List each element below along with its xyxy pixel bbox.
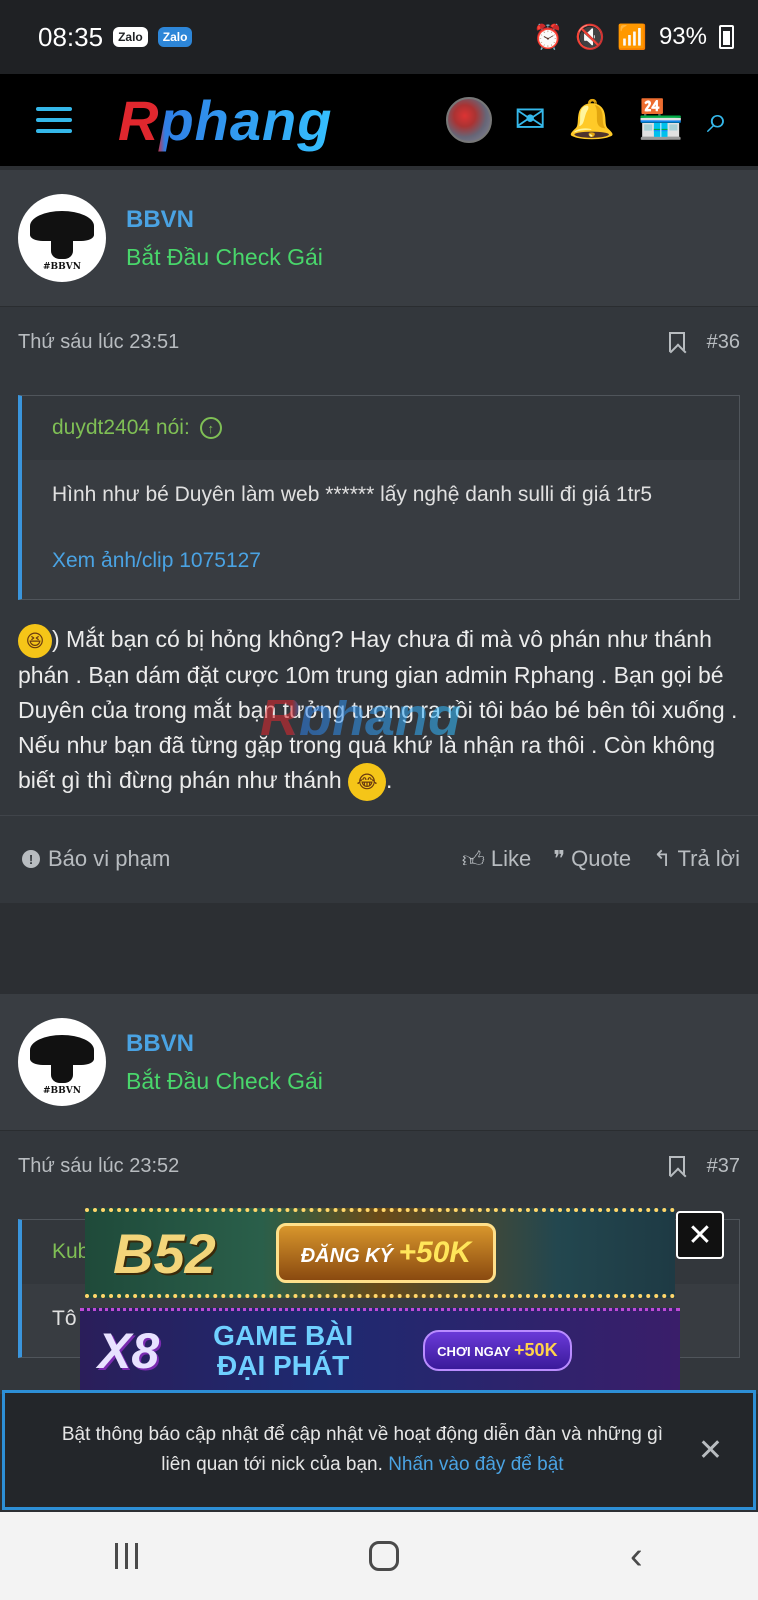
site-logo[interactable]: Rphang xyxy=(118,88,332,153)
zalo-pay-icon: Zalo xyxy=(157,27,193,47)
post-meta: Thứ sáu lúc 23:52 #37 xyxy=(0,1131,758,1201)
username-link[interactable]: BBVN xyxy=(126,206,323,234)
recents-icon[interactable] xyxy=(115,1543,139,1569)
bookmark-icon[interactable] xyxy=(668,332,685,352)
close-icon[interactable]: ✕ xyxy=(698,1433,723,1468)
status-bar: 08:35 Zalo Zalo ⏰ 🔇 📶 93% xyxy=(0,0,758,74)
system-nav-bar: ‹ xyxy=(0,1512,758,1600)
user-title: Bắt Đầu Check Gái xyxy=(126,243,323,270)
user-title: Bắt Đầu Check Gái xyxy=(126,1067,323,1094)
home-icon[interactable] xyxy=(369,1541,400,1571)
quote-text: Hình như bé Duyên làm web ****** lấy ngh… xyxy=(52,483,653,506)
alarm-icon: ⏰ xyxy=(533,23,564,51)
quote-icon: ❞ xyxy=(553,846,566,872)
bell-icon[interactable]: 🔔 xyxy=(568,101,615,139)
username-link[interactable]: BBVN xyxy=(126,1030,323,1058)
post-content: 😆) Mắt bạn có bị hỏng không? Hay chưa đi… xyxy=(0,600,758,815)
avatar-tag: #BBVN xyxy=(43,1085,81,1096)
notification-prompt: Bật thông báo cập nhật để cập nhật về ho… xyxy=(2,1390,756,1510)
ad-logo: X8 xyxy=(98,1322,160,1379)
bookmark-icon[interactable] xyxy=(668,1156,685,1176)
post-time[interactable]: Thứ sáu lúc 23:52 xyxy=(18,1155,179,1178)
mute-icon: 🔇 xyxy=(575,23,606,51)
ad-play-button[interactable]: CHƠI NGAY +50K xyxy=(423,1330,572,1371)
post-author: #BBVN BBVN Bắt Đầu Check Gái xyxy=(0,170,758,307)
author-avatar[interactable]: #BBVN xyxy=(18,1018,106,1106)
store-icon[interactable]: 🏪 xyxy=(637,101,684,139)
post-number[interactable]: #37 xyxy=(707,1155,740,1178)
quote-button[interactable]: ❞ Quote xyxy=(553,846,631,872)
post-author: #BBVN BBVN Bắt Đầu Check Gái xyxy=(0,994,758,1131)
ad-banner-x8[interactable]: X8 GAME BÀI ĐẠI PHÁT CHƠI NGAY +50K xyxy=(80,1308,680,1390)
post-number[interactable]: #36 xyxy=(707,331,740,354)
battery-percent: 93% xyxy=(658,23,707,50)
alert-icon: ! xyxy=(22,850,40,869)
quote-block: duydt2404 nói: ↑ Hình như bé Duyên làm w… xyxy=(18,395,740,600)
ad-register-button[interactable]: ĐĂNG KÝ +50K xyxy=(275,1223,497,1283)
joy-emoji-icon: 😂 xyxy=(348,762,387,801)
search-icon[interactable]: ⌕ xyxy=(707,101,728,139)
reply-label: Trả lời xyxy=(677,846,741,872)
author-avatar[interactable]: #BBVN xyxy=(18,194,106,282)
quote-author[interactable]: duydt2404 nói: xyxy=(52,416,190,440)
status-time: 08:35 xyxy=(38,21,104,52)
quote-author[interactable]: Kub xyxy=(52,1240,89,1264)
quote-label: Quote xyxy=(571,846,632,872)
mail-icon[interactable]: ✉ xyxy=(514,101,546,139)
ad-logo: B52 xyxy=(113,1221,216,1285)
close-icon[interactable]: ✕ xyxy=(676,1211,724,1259)
thumbs-up-icon: 👍︎ xyxy=(461,846,485,872)
site-header: Rphang ✉ 🔔 🏪 ⌕ xyxy=(0,74,758,166)
like-label: Like xyxy=(490,846,532,872)
battery-icon xyxy=(719,25,734,49)
post-time[interactable]: Thứ sáu lúc 23:51 xyxy=(18,331,179,354)
post-meta: Thứ sáu lúc 23:51 #36 xyxy=(0,307,758,377)
reply-button[interactable]: ↰ Trả lời xyxy=(653,846,740,872)
reply-icon: ↰ xyxy=(653,846,672,872)
arrow-up-icon[interactable]: ↑ xyxy=(199,417,222,439)
avatar-tag: #BBVN xyxy=(43,261,81,272)
ad-banner-b52[interactable]: B52 ĐĂNG KÝ +50K xyxy=(85,1208,675,1298)
user-avatar[interactable] xyxy=(446,97,493,143)
ad-headline: GAME BÀI ĐẠI PHÁT xyxy=(213,1319,354,1381)
menu-icon[interactable] xyxy=(36,107,72,133)
quote-text: Tô xyxy=(52,1307,77,1330)
notice-text: Bật thông báo cập nhật để cập nhật về ho… xyxy=(61,1424,663,1475)
report-label: Báo vi phạm xyxy=(48,846,171,872)
enable-notifications-link[interactable]: Nhấn vào đây để bật xyxy=(388,1454,563,1475)
post: #BBVN BBVN Bắt Đầu Check Gái Thứ sáu lúc… xyxy=(0,170,758,903)
quote-media-link[interactable]: Xem ảnh/clip 1075127 xyxy=(52,544,709,577)
post-text-end: . xyxy=(386,767,393,793)
wifi-icon: 📶 xyxy=(617,23,647,51)
laughing-emoji-icon: 😆 xyxy=(18,623,52,658)
zalo-icon: Zalo xyxy=(113,27,148,47)
report-button[interactable]: ! Báo vi phạm xyxy=(22,846,170,872)
post-actions: ! Báo vi phạm 👍︎ Like ❞ Quote ↰ Trả lời xyxy=(0,814,758,903)
like-button[interactable]: 👍︎ Like xyxy=(462,846,531,873)
back-icon[interactable]: ‹ xyxy=(630,1535,643,1578)
